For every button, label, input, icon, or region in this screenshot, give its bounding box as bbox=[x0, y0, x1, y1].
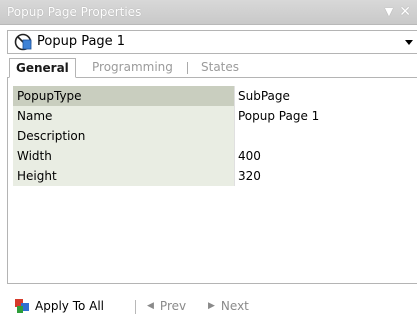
property-name: Width bbox=[13, 146, 234, 166]
property-value[interactable]: SubPage bbox=[234, 86, 417, 106]
apply-to-all-label: Apply To All bbox=[35, 299, 105, 313]
properties-panel: PopupType SubPage Name Popup Page 1 Desc… bbox=[7, 78, 417, 284]
property-value[interactable]: 320 bbox=[234, 166, 417, 186]
property-row-name[interactable]: Name Popup Page 1 bbox=[13, 106, 417, 126]
prev-label: Prev bbox=[159, 299, 187, 313]
property-name: Description bbox=[13, 126, 234, 146]
tab-divider bbox=[187, 62, 188, 74]
apply-to-all-button[interactable]: Apply To All bbox=[14, 296, 104, 316]
dropdown-arrow-icon[interactable]: ▼ bbox=[385, 3, 393, 21]
popup-page-icon bbox=[14, 33, 32, 51]
chevron-down-icon[interactable] bbox=[405, 40, 413, 45]
toolbar-divider bbox=[135, 300, 136, 314]
property-row-width[interactable]: Width 400 bbox=[13, 146, 417, 166]
property-value[interactable]: Popup Page 1 bbox=[234, 106, 417, 126]
property-row-description[interactable]: Description bbox=[13, 126, 417, 146]
page-selector-dropdown[interactable]: Popup Page 1 bbox=[7, 30, 417, 54]
property-grid: PopupType SubPage Name Popup Page 1 Desc… bbox=[13, 86, 417, 186]
property-value[interactable] bbox=[234, 126, 417, 146]
close-icon[interactable]: ✕ bbox=[399, 3, 411, 21]
apply-all-icon bbox=[15, 299, 29, 313]
arrow-right-icon: ▶ bbox=[208, 301, 215, 311]
selected-page-label: Popup Page 1 bbox=[37, 34, 126, 49]
tab-states[interactable]: States bbox=[195, 58, 245, 78]
next-button[interactable]: ▶ Next bbox=[208, 296, 249, 316]
property-name: Height bbox=[13, 166, 234, 186]
next-label: Next bbox=[220, 299, 249, 313]
bottom-toolbar: Apply To All ◀ Prev ▶ Next bbox=[0, 285, 417, 325]
property-row-popuptype[interactable]: PopupType SubPage bbox=[13, 86, 417, 106]
title-bar-controls: ▼ ✕ bbox=[385, 3, 411, 21]
property-value[interactable]: 400 bbox=[234, 146, 417, 166]
property-name: Name bbox=[13, 106, 234, 126]
arrow-left-icon: ◀ bbox=[147, 301, 154, 311]
property-row-height[interactable]: Height 320 bbox=[13, 166, 417, 186]
window-title: Popup Page Properties bbox=[7, 5, 142, 19]
title-bar: Popup Page Properties ▼ ✕ bbox=[0, 0, 417, 25]
tab-general[interactable]: General bbox=[9, 58, 76, 78]
prev-button[interactable]: ◀ Prev bbox=[147, 296, 186, 316]
tab-strip: General Programming States bbox=[7, 58, 417, 78]
tab-programming[interactable]: Programming bbox=[86, 58, 179, 78]
property-name: PopupType bbox=[13, 86, 234, 106]
